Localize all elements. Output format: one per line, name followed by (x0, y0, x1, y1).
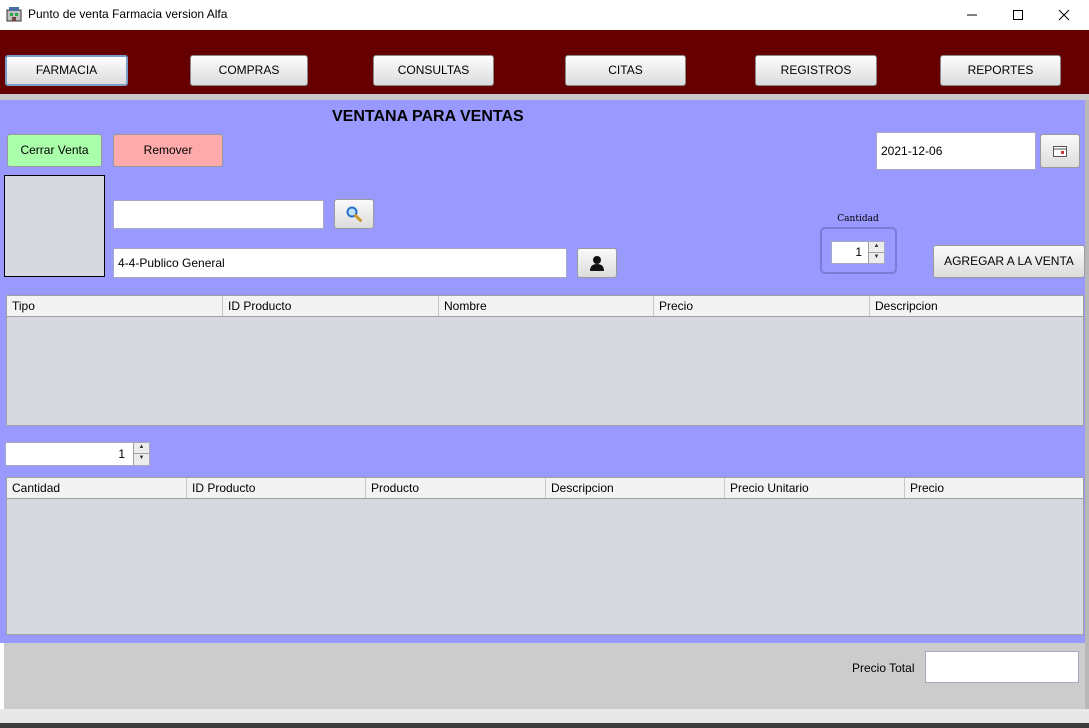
maximize-button[interactable] (995, 0, 1041, 30)
sale-table[interactable] (6, 499, 1084, 635)
column-header-id-producto[interactable]: ID Producto (187, 478, 366, 498)
product-image (4, 175, 105, 277)
total-panel (4, 643, 1085, 709)
customer-field[interactable]: 4-4-Publico General (113, 248, 567, 278)
column-header-precio-unitario[interactable]: Precio Unitario (725, 478, 905, 498)
sale-quantity-stepper[interactable]: 1 ▲ ▼ (5, 442, 150, 466)
title-bar: Punto de venta Farmacia version Alfa (0, 0, 1089, 30)
date-field[interactable]: 2021-12-06 (876, 132, 1036, 170)
menu-farmacia-button[interactable]: FARMACIA (5, 55, 128, 86)
menu-registros-button[interactable]: REGISTROS (755, 55, 877, 86)
search-icon (346, 206, 362, 222)
quantity-stepper[interactable]: 1 ▲ ▼ (831, 241, 885, 264)
products-table-header: Tipo ID Producto Nombre Precio Descripci… (6, 295, 1084, 317)
calendar-button[interactable] (1040, 134, 1080, 168)
column-header-descripcion[interactable]: Descripcion (870, 296, 1083, 316)
quantity-value: 1 (855, 245, 862, 259)
calendar-icon (1053, 146, 1067, 157)
total-field[interactable] (925, 651, 1079, 683)
sale-quantity-arrows[interactable]: ▲ ▼ (133, 443, 149, 465)
column-header-tipo[interactable]: Tipo (7, 296, 223, 316)
column-header-producto[interactable]: Producto (366, 478, 546, 498)
close-sale-button[interactable]: Cerrar Venta (7, 134, 102, 167)
window-edge (1085, 100, 1089, 728)
sale-table-header: Cantidad ID Producto Producto Descripcio… (6, 477, 1084, 499)
total-label: Precio Total (852, 661, 915, 675)
customer-button[interactable] (577, 248, 617, 278)
pharmacy-icon (6, 7, 22, 22)
column-header-nombre[interactable]: Nombre (439, 296, 654, 316)
quantity-arrows[interactable]: ▲ ▼ (868, 242, 884, 263)
menu-compras-button[interactable]: COMPRAS (190, 55, 308, 86)
close-button[interactable] (1041, 0, 1087, 30)
column-header-descripcion[interactable]: Descripcion (546, 478, 725, 498)
sale-quantity-value: 1 (118, 447, 125, 461)
column-header-precio[interactable]: Precio (905, 478, 1083, 498)
minimize-button[interactable] (949, 0, 995, 30)
page-title: VENTANA PARA VENTAS (332, 108, 524, 125)
window-title: Punto de venta Farmacia version Alfa (28, 7, 228, 21)
search-button[interactable] (334, 199, 374, 229)
maximize-icon (1013, 10, 1023, 20)
user-icon (590, 256, 604, 271)
taskbar-edge (0, 723, 1089, 728)
close-icon (1058, 9, 1070, 21)
remove-button[interactable]: Remover (113, 134, 223, 167)
minimize-icon (967, 14, 977, 16)
search-input[interactable] (113, 200, 324, 229)
menu-consultas-button[interactable]: CONSULTAS (373, 55, 494, 86)
menu-reportes-button[interactable]: REPORTES (940, 55, 1061, 86)
menu-citas-button[interactable]: CITAS (565, 55, 686, 86)
column-header-precio[interactable]: Precio (654, 296, 870, 316)
column-header-id-producto[interactable]: ID Producto (223, 296, 439, 316)
menu-bar: FARMACIA COMPRAS CONSULTAS CITAS REGISTR… (0, 30, 1089, 94)
products-table[interactable] (6, 317, 1084, 426)
quantity-label: Cantidad (837, 214, 879, 224)
column-header-cantidad[interactable]: Cantidad (7, 478, 187, 498)
add-to-sale-button[interactable]: AGREGAR A LA VENTA (933, 245, 1085, 278)
